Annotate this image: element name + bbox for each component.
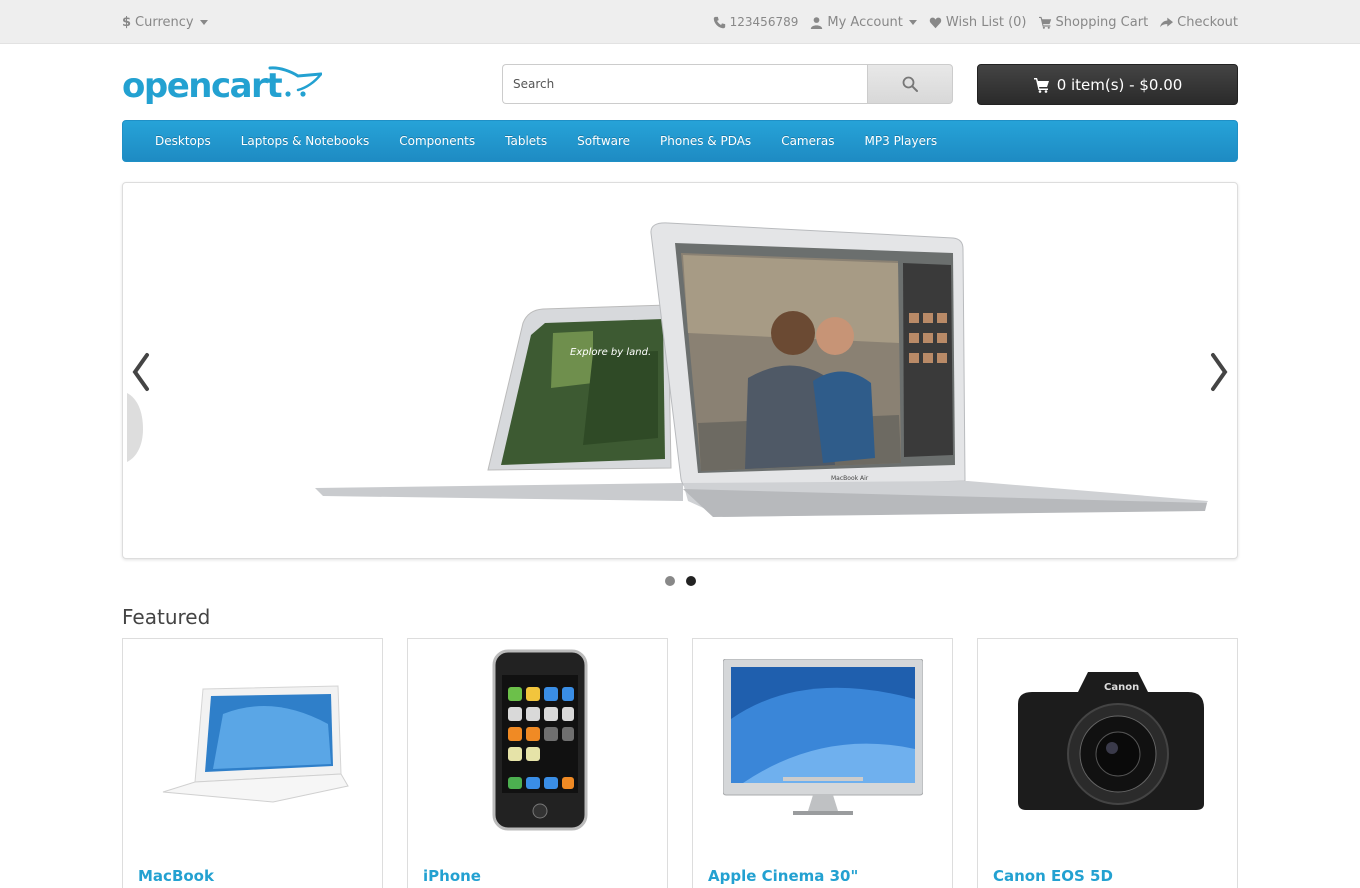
phone-link[interactable]: 123456789 — [713, 15, 799, 29]
menu-item-mp3[interactable]: MP3 Players — [850, 134, 953, 148]
shopping-cart-label: Shopping Cart — [1055, 14, 1149, 30]
cart-icon — [1038, 16, 1051, 29]
checkout-link[interactable]: Checkout — [1160, 15, 1238, 30]
checkout-label: Checkout — [1177, 14, 1238, 30]
slide-dot-1[interactable] — [664, 576, 675, 586]
product-card: Canon Canon EOS 5D — [977, 638, 1238, 888]
chevron-down-icon — [908, 19, 917, 25]
cart-summary: 0 item(s) - $0.00 — [1056, 75, 1183, 94]
chevron-right-icon[interactable] — [1205, 351, 1233, 393]
my-account-label: My Account — [827, 14, 903, 30]
shopping-cart-link[interactable]: Shopping Cart — [1038, 14, 1149, 30]
slide-image-macbook-air: Explore by land. MacBook Air — [127, 222, 1208, 517]
menu-item-components[interactable]: Components — [384, 134, 490, 148]
cinema-display-image — [722, 659, 923, 815]
cart-icon — [1033, 77, 1049, 93]
wishlist-label: Wish List (0) — [945, 14, 1027, 30]
canon-camera-image: Canon — [1017, 672, 1204, 810]
product-name-link[interactable]: Apple Cinema 30" — [708, 867, 858, 885]
product-image[interactable] — [693, 639, 952, 839]
menu-item-phones[interactable]: Phones & PDAs — [645, 134, 766, 148]
slide-caption: Explore by land. — [570, 347, 651, 358]
product-image[interactable] — [408, 639, 667, 839]
search-button[interactable] — [867, 64, 953, 104]
logo-text: opencart — [122, 66, 282, 106]
my-account-dropdown[interactable]: My Account — [810, 15, 917, 30]
search-input[interactable] — [502, 64, 867, 104]
cart-button[interactable]: 0 item(s) - $0.00 — [977, 64, 1238, 105]
top-links: 123456789 My Account Wish List (0) Shopp… — [713, 15, 1238, 30]
currency-dropdown[interactable]: $ Currency — [122, 15, 208, 30]
main-menu: Desktops Laptops & Notebooks Components … — [122, 120, 1238, 162]
header: opencart 0 item(s) - $0.00 — [0, 44, 1360, 120]
user-icon — [811, 16, 823, 29]
slideshow-pagination — [122, 576, 1238, 586]
featured-products: MacBook iPhone Apple Cinema 30" Canon Ca… — [122, 638, 1238, 888]
product-image[interactable] — [123, 639, 382, 839]
search-bar — [502, 64, 953, 104]
product-name-link[interactable]: iPhone — [423, 867, 481, 885]
share-icon — [1160, 17, 1174, 27]
menu-item-tablets[interactable]: Tablets — [490, 134, 562, 148]
svg-text:Canon: Canon — [1104, 682, 1139, 693]
iphone-image — [492, 649, 587, 831]
menu-item-laptops[interactable]: Laptops & Notebooks — [226, 134, 384, 148]
product-card: MacBook — [122, 638, 383, 888]
laptop-brand: MacBook Air — [831, 475, 869, 482]
currency-label: Currency — [135, 14, 194, 30]
currency-symbol: $ — [122, 14, 132, 30]
slide-dot-2[interactable] — [685, 576, 696, 586]
search-icon — [902, 76, 918, 92]
product-name-link[interactable]: MacBook — [138, 867, 214, 885]
product-image[interactable]: Canon — [978, 639, 1237, 839]
chevron-down-icon — [199, 19, 208, 25]
menu-item-software[interactable]: Software — [562, 134, 645, 148]
menu-item-cameras[interactable]: Cameras — [766, 134, 849, 148]
slideshow: Explore by land. MacBook Air — [122, 182, 1238, 559]
heart-icon — [929, 17, 942, 28]
product-card: Apple Cinema 30" — [692, 638, 953, 888]
opencart-logo[interactable]: opencart — [122, 64, 322, 106]
featured-heading: Featured — [122, 605, 211, 629]
chevron-left-icon[interactable] — [127, 351, 155, 393]
phone-number: 123456789 — [729, 15, 799, 29]
wishlist-link[interactable]: Wish List (0) — [929, 15, 1027, 30]
product-name-link[interactable]: Canon EOS 5D — [993, 867, 1113, 885]
macbook-image — [162, 685, 349, 803]
product-card: iPhone — [407, 638, 668, 888]
top-bar: $ Currency 123456789 My Account Wish Lis… — [0, 0, 1360, 44]
menu-item-desktops[interactable]: Desktops — [140, 134, 226, 148]
phone-icon — [713, 16, 725, 28]
